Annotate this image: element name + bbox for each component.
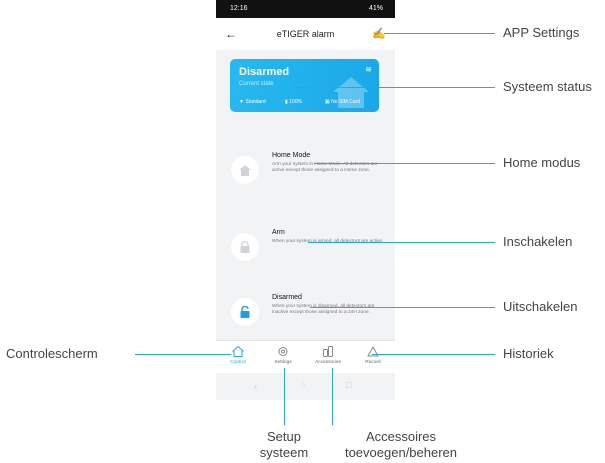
callout-line-arm: [308, 242, 495, 243]
tab-record[interactable]: Record: [351, 345, 395, 365]
callout-line-app-settings: [384, 33, 495, 34]
callout-inschakelen: Inschakelen: [503, 234, 573, 249]
status-time: 12:16: [230, 5, 248, 12]
unlock-icon: [231, 298, 259, 326]
status-bar: 12:16 41%: [216, 0, 395, 18]
callout-accessoires: Accessoires toevoegen/beheren: [331, 429, 471, 461]
callout-home-modus: Home modus: [503, 155, 581, 170]
callout-line-control: [135, 354, 231, 355]
tab-settings-label: Settings: [274, 360, 292, 365]
nav-recents-icon[interactable]: □: [346, 380, 351, 390]
tab-accessories-label: Accessories: [315, 360, 341, 365]
callout-line-accessories: [332, 368, 333, 425]
mode-disarmed-name: Disarmed: [272, 294, 302, 301]
current-state: Disarmed: [239, 66, 290, 78]
tab-record-label: Record: [365, 360, 381, 365]
android-nav-bar: ‹ ○ □: [216, 373, 395, 400]
callout-line-setup: [284, 368, 285, 425]
nav-home-icon[interactable]: ○: [301, 380, 306, 390]
battery-text: 100%: [289, 99, 302, 105]
warning-icon: [367, 345, 379, 357]
home-tab-icon: [232, 345, 244, 357]
home-icon: [231, 156, 259, 184]
accessories-icon: [323, 346, 333, 357]
current-state-label: Current state: [239, 81, 274, 87]
tab-control-label: Control: [230, 360, 246, 365]
callout-accessoires-line1: Accessoires: [365, 429, 437, 444]
mode-disarmed[interactable]: Disarmed When your system is disarmed, a…: [216, 294, 395, 334]
tab-accessories[interactable]: Accessories: [306, 345, 350, 365]
callout-line-disarm: [310, 307, 495, 308]
mode-arm[interactable]: Arm When your system is armed, all detec…: [216, 229, 395, 269]
battery-info: ▮ 100%: [285, 99, 302, 105]
signal-text: Standard: [245, 99, 266, 105]
callout-uitschakelen: Uitschakelen: [503, 299, 578, 314]
nav-back-icon[interactable]: ‹: [254, 381, 257, 391]
phone-screen: 12:16 41% ← eTIGER alarm ✍ Disarmed Curr…: [216, 0, 395, 400]
tab-settings[interactable]: Settings: [261, 345, 305, 365]
sim-text: No SIM Card: [331, 99, 361, 105]
sim-info: ▣ No SIM Card: [325, 99, 361, 105]
callout-historiek: Historiek: [503, 346, 554, 361]
tab-bar: Control Settings Accessories Record: [216, 340, 395, 374]
wifi-icon: ≋: [365, 65, 372, 74]
gear-icon: [278, 347, 288, 356]
mode-home-name: Home Mode: [272, 152, 311, 159]
callout-accessoires-line2: toevoegen/beheren: [344, 445, 458, 460]
callout-line-home: [314, 163, 495, 164]
status-battery: 41%: [368, 5, 383, 12]
callout-controlescherm: Controlescherm: [6, 346, 98, 361]
tab-control[interactable]: Control: [216, 345, 260, 365]
app-bar: ← eTIGER alarm ✍: [216, 18, 395, 50]
callout-line-historiek: [372, 354, 495, 355]
lock-icon: [231, 233, 259, 261]
mode-arm-name: Arm: [272, 229, 285, 236]
mode-home[interactable]: Home Mode Arm your system in Home Mode. …: [216, 152, 395, 192]
status-card[interactable]: Disarmed Current state ≋ ▼ Standard ▮ 10…: [230, 59, 379, 112]
callout-app-settings: APP Settings: [503, 25, 580, 40]
app-title: eTIGER alarm: [276, 29, 335, 39]
mode-disarmed-desc: When your system is disarmed, all detect…: [272, 304, 374, 315]
signal-info: ▼ Standard: [239, 99, 266, 105]
callout-line-status: [292, 87, 495, 88]
callout-systeem-status: Systeem status: [503, 79, 592, 94]
